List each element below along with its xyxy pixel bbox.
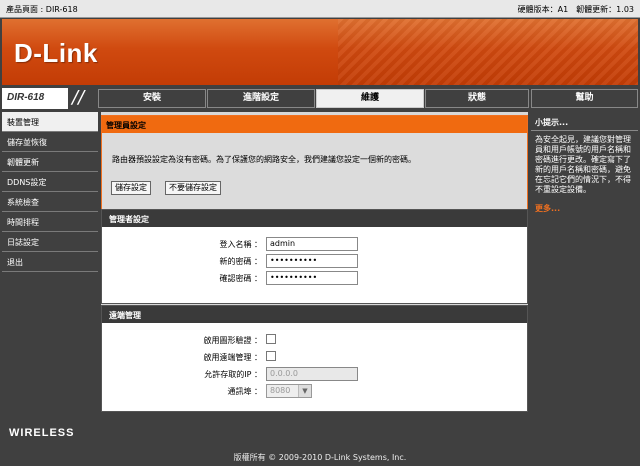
admin-settings-box: 管理員設定 路由器預設設定為沒有密碼。為了保護您的網路安全，我們建議您設定一個新…: [101, 115, 528, 211]
remote-management-box: 遠端管理 啟用圖形驗證 ： 啟用遠端管理 ： 允許存取的IP ： 0.0.0.0…: [101, 305, 528, 412]
sidebar-item-save-restore[interactable]: 儲存並恢復: [2, 132, 98, 152]
header-banner: D-Link: [2, 19, 638, 85]
captcha-label: 啟用圖形驗證 ：: [203, 336, 262, 345]
new-password-label: 新的密碼 ：: [219, 257, 262, 266]
admin-settings-title: 管理員設定: [102, 116, 527, 133]
sidebar-item-system-check[interactable]: 系統檢查: [2, 192, 98, 212]
version-info: 硬體版本：A1 韌體更新：1.03: [517, 5, 634, 14]
manager-settings-title: 管理者設定: [102, 210, 527, 227]
allowed-ip-label: 允許存取的IP ：: [204, 370, 262, 379]
dlink-logo: D-Link: [14, 38, 98, 68]
sidebar-item-firmware[interactable]: 韌體更新: [2, 152, 98, 172]
help-more-link[interactable]: 更多...: [531, 199, 638, 218]
remote-mgmt-checkbox[interactable]: [266, 351, 276, 361]
help-body: 為安全起見，建議您對管理員和用戶帳號的用戶名稱和密碼進行更改。確定寫下了新的用戶…: [535, 135, 631, 194]
manager-settings-box: 管理者設定 登入名稱 ： admin 新的密碼 ： •••••••••• 確認密…: [101, 209, 528, 304]
sidebar: 裝置管理 儲存並恢復 韌體更新 DDNS設定 系統檢查 時間排程 日誌設定 退出: [2, 112, 98, 412]
tab-advanced[interactable]: 進階設定: [207, 89, 315, 108]
model-divider-icon: //: [72, 87, 85, 108]
help-title: 小提示...: [531, 112, 638, 131]
chevron-down-icon: ▼: [298, 385, 311, 397]
captcha-checkbox[interactable]: [266, 334, 276, 344]
tab-setup[interactable]: 安裝: [98, 89, 206, 108]
port-select-value: 8080: [270, 386, 291, 395]
product-page-label: 產品頁面 : DIR-618: [6, 5, 78, 14]
tab-maintenance[interactable]: 維護: [316, 89, 424, 108]
login-name-label: 登入名稱 ：: [219, 240, 262, 249]
confirm-password-label: 確認密碼 ：: [219, 274, 262, 283]
remote-mgmt-label: 啟用遠端管理 ：: [203, 353, 262, 362]
main-content: 管理員設定 路由器預設設定為沒有密碼。為了保護您的網路安全，我們建議您設定一個新…: [101, 112, 528, 412]
sidebar-item-device-admin[interactable]: 裝置管理: [2, 112, 98, 132]
footer-bar: WIRELESS: [2, 423, 638, 443]
dont-save-settings-button[interactable]: 不要儲存設定: [165, 181, 221, 195]
tab-help[interactable]: 幫助: [531, 89, 638, 108]
port-label: 通訊埠 ：: [227, 387, 262, 396]
copyright-text: 版權所有 © 2009-2010 D-Link Systems, Inc.: [233, 453, 407, 462]
wireless-logo: WIRELESS: [9, 427, 75, 439]
remote-management-title: 遠端管理: [102, 306, 527, 323]
sidebar-item-logout[interactable]: 退出: [2, 252, 98, 272]
help-panel: 小提示... 為安全起見，建議您對管理員和用戶帳號的用戶名稱和密碼進行更改。確定…: [531, 112, 638, 412]
port-select[interactable]: 8080 ▼: [266, 384, 312, 398]
allowed-ip-input[interactable]: 0.0.0.0: [266, 367, 358, 381]
login-name-input[interactable]: admin: [266, 237, 358, 251]
sidebar-item-ddns[interactable]: DDNS設定: [2, 172, 98, 192]
top-info-bar: 產品頁面 : DIR-618 硬體版本：A1 韌體更新：1.03: [0, 0, 640, 18]
sidebar-item-schedules[interactable]: 時間排程: [2, 212, 98, 232]
confirm-password-input[interactable]: ••••••••••: [266, 271, 358, 285]
save-settings-button[interactable]: 儲存設定: [111, 181, 151, 195]
main-nav: DIR-618 // 安裝 進階設定 維護 狀態 幫助: [2, 88, 638, 109]
sidebar-item-log-settings[interactable]: 日誌設定: [2, 232, 98, 252]
model-label: DIR-618: [2, 88, 68, 109]
new-password-input[interactable]: ••••••••••: [266, 254, 358, 268]
tab-status[interactable]: 狀態: [425, 89, 529, 108]
admin-settings-message: 路由器預設設定為沒有密碼。為了保護您的網路安全，我們建議您設定一個新的密碼。: [112, 155, 416, 164]
